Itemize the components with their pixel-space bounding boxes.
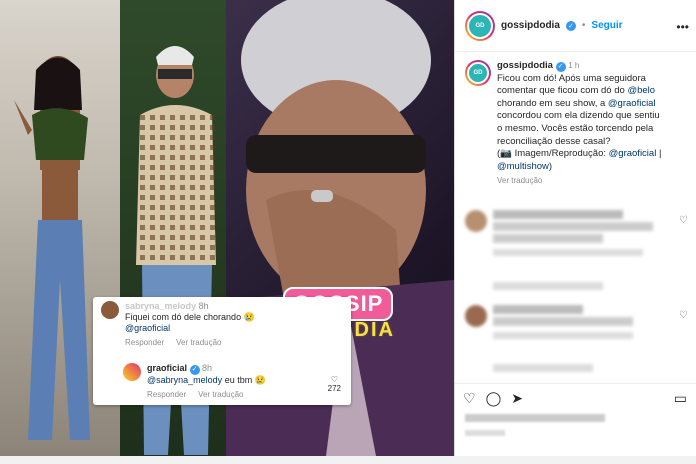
post-actions-bar: ♡ ◯ ➤ ▭ bbox=[455, 383, 696, 413]
overlay-comment-2: graoficial ✓ 8h @sabryna_melody eu tbm 😢… bbox=[123, 363, 266, 400]
heart-icon[interactable]: ♡ bbox=[679, 215, 688, 226]
caption-line: (📷 Imagem/Reprodução: bbox=[497, 148, 606, 160]
separator: | bbox=[658, 148, 662, 160]
caption-time: 1 h bbox=[568, 61, 580, 70]
more-icon[interactable]: ••• bbox=[676, 20, 689, 34]
mention-link[interactable]: @multishow bbox=[497, 161, 549, 172]
follow-button[interactable]: Seguir bbox=[591, 20, 622, 31]
avatar bbox=[123, 363, 141, 381]
see-translation-link[interactable]: Ver tradução bbox=[497, 175, 691, 188]
overlay-comment-text: Fiquei com dó dele chorando 😢 bbox=[125, 312, 255, 322]
caption-line: o mesmo. Vocês estão torcendo pela bbox=[497, 122, 654, 134]
share-icon[interactable]: ➤ bbox=[511, 390, 523, 407]
blurred-comment bbox=[465, 210, 691, 256]
caption-body: Ficou com dó! Após uma seguidora comenta… bbox=[497, 73, 691, 174]
verified-icon: ✓ bbox=[565, 20, 576, 31]
caption-username[interactable]: gossipdodia bbox=[497, 60, 553, 71]
profile-avatar[interactable]: GD bbox=[465, 10, 495, 41]
blurred-reply-toggle bbox=[465, 364, 691, 372]
overlay-comment-user: sabryna_melody bbox=[125, 301, 197, 311]
overlay-reply-text: eu tbm 😢 bbox=[224, 374, 266, 385]
mention-link[interactable]: @graoficial bbox=[608, 98, 656, 109]
bottom-strip bbox=[0, 456, 696, 464]
like-count: 272 bbox=[327, 384, 341, 393]
translate-link[interactable]: Ver tradução bbox=[198, 389, 243, 400]
reply-link[interactable]: Responder bbox=[147, 389, 186, 400]
post-header: GD gossipdodia ✓ • Seguir ••• bbox=[455, 0, 696, 52]
caption-line: concordou com ela dizendo que sentiu bbox=[497, 110, 660, 122]
heart-icon[interactable]: ♡ bbox=[463, 390, 476, 407]
reply-link[interactable]: Responder bbox=[125, 337, 164, 348]
post-date bbox=[465, 430, 505, 436]
translate-link[interactable]: Ver tradução bbox=[176, 337, 221, 348]
post-caption: GD gossipdodia ✓ 1 h Ficou com dó! Após … bbox=[465, 60, 691, 188]
mention-link[interactable]: @graoficial bbox=[609, 148, 657, 159]
overlay-reply-time: 8h bbox=[202, 363, 213, 373]
blurred-reply-toggle bbox=[465, 282, 691, 290]
caption-line: comentar que ficou com dó do bbox=[497, 85, 625, 97]
heart-icon[interactable]: ♡ bbox=[679, 310, 688, 321]
overlay-comment-time: 8h bbox=[198, 301, 209, 311]
mention-link[interactable]: @belo bbox=[627, 85, 655, 96]
blurred-comment bbox=[465, 305, 691, 339]
avatar bbox=[465, 210, 487, 232]
caption-close: ) bbox=[548, 160, 553, 172]
save-icon[interactable]: ▭ bbox=[674, 390, 687, 407]
dot-separator: • bbox=[581, 20, 586, 31]
caption-line: Ficou com dó! Após uma seguidora bbox=[497, 72, 646, 84]
likes-summary[interactable] bbox=[465, 414, 605, 422]
overlay-like[interactable]: ♡ 272 bbox=[328, 375, 341, 393]
gossip-logo-icon: GD bbox=[467, 62, 489, 84]
comment-icon[interactable]: ◯ bbox=[486, 390, 502, 407]
heart-icon[interactable]: ♡ bbox=[328, 375, 341, 384]
gossip-logo-icon: GD bbox=[467, 12, 493, 39]
comment-screenshot-card: sabryna_melody 8h Fiquei com dó dele cho… bbox=[93, 297, 351, 405]
avatar bbox=[101, 301, 119, 319]
caption-line: chorando em seu show, a bbox=[497, 97, 606, 109]
overlay-reply-mention: @sabryna_melody bbox=[147, 374, 223, 385]
verified-icon: ✓ bbox=[555, 62, 566, 73]
caption-line: reconciliação desse casal? bbox=[497, 135, 611, 147]
header-username[interactable]: gossipdodia bbox=[501, 20, 560, 31]
verified-icon: ✓ bbox=[189, 364, 200, 375]
overlay-comment-mention: @graoficial bbox=[125, 323, 171, 333]
instagram-post-sidebar: GD gossipdodia ✓ • Seguir ••• GD gossipd… bbox=[454, 0, 696, 456]
caption-avatar[interactable]: GD bbox=[465, 60, 491, 86]
overlay-reply-user: graoficial bbox=[147, 363, 188, 373]
avatar bbox=[465, 305, 487, 327]
overlay-comment-1: sabryna_melody 8h Fiquei com dó dele cho… bbox=[101, 301, 255, 348]
